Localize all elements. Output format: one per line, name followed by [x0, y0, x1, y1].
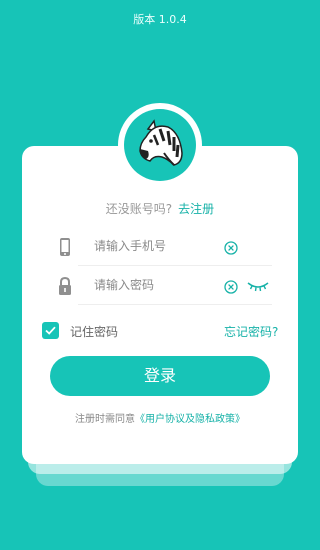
phone-input[interactable]	[94, 236, 214, 256]
app-version: 版本 1.0.4	[133, 13, 187, 26]
remember-label: 记住密码	[70, 325, 119, 339]
remember-password-toggle[interactable]: 记住密码	[42, 321, 152, 341]
clear-phone-icon[interactable]	[224, 240, 238, 255]
register-prompt: 还没账号吗? 去注册	[0, 200, 320, 217]
register-prompt-text: 还没账号吗?	[105, 202, 173, 216]
lock-icon	[56, 276, 74, 296]
agreement-prefix: 注册时需同意	[75, 414, 135, 425]
password-field-row	[50, 267, 272, 305]
forgot-password-link[interactable]: 忘记密码?	[224, 323, 278, 340]
clear-password-icon[interactable]	[224, 279, 238, 294]
phone-icon	[56, 237, 74, 257]
register-link[interactable]: 去注册	[178, 202, 214, 216]
zebra-logo-icon	[124, 109, 196, 181]
eye-closed-icon[interactable]	[246, 279, 270, 293]
password-input[interactable]	[94, 275, 214, 295]
divider	[78, 304, 272, 305]
check-icon	[45, 326, 56, 335]
login-button[interactable]: 登录	[50, 356, 270, 396]
phone-field-row	[50, 228, 272, 266]
policy-link[interactable]: 《用户协议及隐私政策》	[135, 414, 245, 425]
remember-checkbox[interactable]	[42, 322, 59, 339]
agreement-notice: 注册时需同意《用户协议及隐私政策》	[0, 410, 320, 425]
divider	[78, 265, 272, 266]
